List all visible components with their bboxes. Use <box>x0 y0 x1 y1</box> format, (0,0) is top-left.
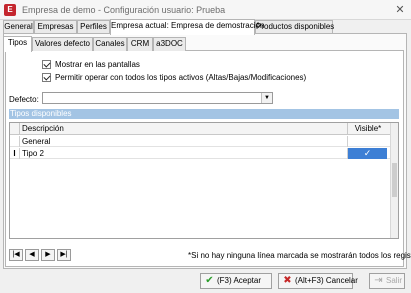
accept-label: (F3) Aceptar <box>217 276 262 285</box>
grid-header: Descripción Visible* <box>10 123 390 135</box>
tab-tipos[interactable]: Tipos <box>3 36 32 52</box>
row-visible-checkbox[interactable]: ✓ <box>347 148 387 159</box>
app-logo-icon: E <box>4 4 16 16</box>
tipos-grid: Descripción Visible* General I Tipo 2 ✓ <box>9 122 399 239</box>
defecto-select[interactable]: ▼ <box>42 92 273 104</box>
tab-empresas[interactable]: Empresas <box>34 20 77 34</box>
tab-a3doc[interactable]: a3DOC <box>153 37 186 51</box>
table-row[interactable]: I Tipo 2 ✓ <box>10 148 390 159</box>
last-record-button[interactable]: ▶| <box>57 249 71 261</box>
allow-all-types-checkbox[interactable] <box>42 73 51 82</box>
close-button[interactable]: ✕ <box>393 3 407 17</box>
check-icon: ✓ <box>363 148 372 158</box>
chevron-down-icon[interactable]: ▼ <box>261 93 272 103</box>
row-visible-checkbox[interactable] <box>347 136 387 147</box>
scrollbar-thumb[interactable] <box>392 163 397 197</box>
tab-valores-defecto[interactable]: Valores defecto <box>32 37 93 51</box>
column-header-descripcion[interactable]: Descripción <box>22 123 348 135</box>
indicator-column-header <box>10 123 20 135</box>
option-show-in-screens[interactable]: Mostrar en las pantallas <box>42 60 140 70</box>
window-title: Empresa de demo - Configuración usuario:… <box>22 5 226 15</box>
defecto-label: Defecto: <box>9 95 39 104</box>
table-row[interactable]: General <box>10 136 390 147</box>
tab-perfiles[interactable]: Perfiles <box>77 20 110 34</box>
section-header-tipos-disponibles: Tipos disponibles <box>9 109 399 119</box>
previous-record-button[interactable]: ◀ <box>25 249 39 261</box>
column-header-visible[interactable]: Visible* <box>348 123 388 135</box>
tab-general[interactable]: General <box>3 20 34 34</box>
grid-vertical-scrollbar[interactable] <box>390 123 398 238</box>
row-description[interactable]: Tipo 2 <box>22 148 44 159</box>
exit-button[interactable]: ⇥ Salir <box>369 273 405 289</box>
first-record-button[interactable]: |◀ <box>9 249 23 261</box>
allow-all-types-label: Permitir operar con todos los tipos acti… <box>55 73 307 82</box>
cancel-label: (Alt+F3) Cancelar <box>295 276 358 285</box>
accept-button[interactable]: ✔ (F3) Aceptar <box>200 273 272 289</box>
tab-productos-disponibles[interactable]: Productos disponibles <box>255 20 334 34</box>
check-icon: ✔ <box>205 275 214 286</box>
row-indicator <box>10 136 20 147</box>
show-in-screens-label: Mostrar en las pantallas <box>55 60 140 69</box>
option-allow-all-types[interactable]: Permitir operar con todos los tipos acti… <box>42 73 306 83</box>
x-icon: ✖ <box>283 275 292 286</box>
exit-label: Salir <box>386 276 403 285</box>
row-description[interactable]: General <box>22 136 50 147</box>
cancel-button[interactable]: ✖ (Alt+F3) Cancelar <box>278 273 358 289</box>
next-record-button[interactable]: ▶ <box>41 249 55 261</box>
show-in-screens-checkbox[interactable] <box>42 60 51 69</box>
row-indicator: I <box>10 148 20 159</box>
footnote: *Si no hay ninguna línea marcada se most… <box>188 251 411 260</box>
exit-icon: ⇥ <box>374 275 383 286</box>
tab-crm[interactable]: CRM <box>127 37 153 51</box>
tab-empresa-actual[interactable]: Empresa actual: Empresa de demostración <box>110 19 264 35</box>
tab-canales[interactable]: Canales <box>93 37 127 51</box>
title-bar: E Empresa de demo - Configuración usuari… <box>0 0 411 20</box>
